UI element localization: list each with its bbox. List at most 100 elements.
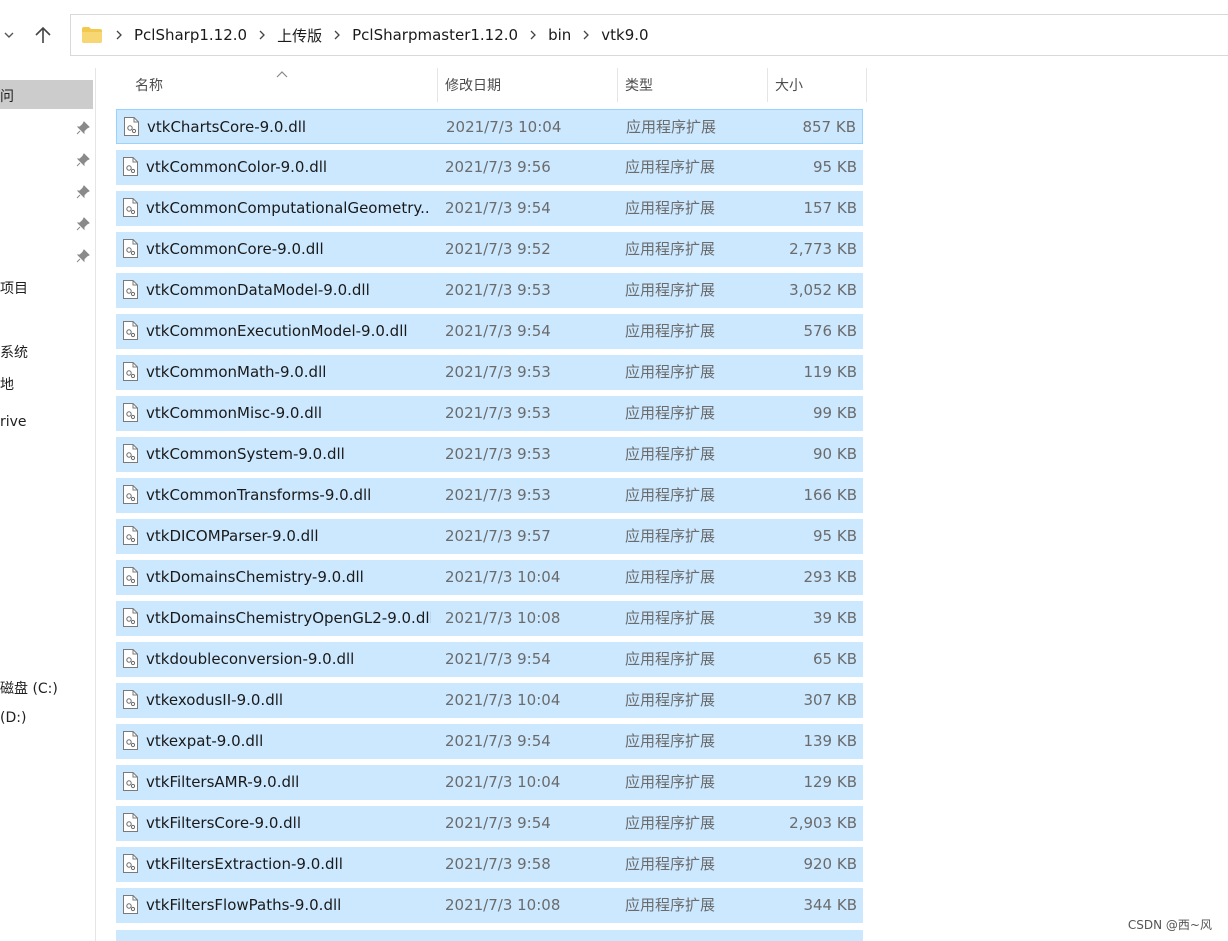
breadcrumb-item[interactable]: PclSharp1.12.0	[129, 26, 252, 44]
file-row[interactable]: vtkCommonComputationalGeometry... 2021/7/…	[116, 191, 863, 226]
file-date: 2021/7/3 9:54	[445, 814, 551, 832]
dll-file-icon	[123, 444, 138, 463]
dll-file-icon	[123, 813, 138, 832]
file-type: 应用程序扩展	[625, 363, 716, 381]
file-row[interactable]: vtkCommonTransforms-9.0.dll 2021/7/3 9:53…	[116, 478, 863, 513]
file-date: 2021/7/3 10:04	[446, 118, 562, 136]
file-type: 应用程序扩展	[625, 650, 716, 668]
file-date: 2021/7/3 10:04	[445, 568, 561, 586]
column-header-size[interactable]: 大小	[768, 68, 867, 102]
file-name[interactable]: vtkdoubleconversion-9.0.dll	[146, 642, 431, 677]
breadcrumb-item[interactable]: 上传版	[272, 25, 327, 46]
file-row[interactable]: vtkexodusII-9.0.dll 2021/7/3 10:04 应用程序扩展 3…	[116, 683, 863, 718]
chevron-right-icon[interactable]	[330, 28, 344, 42]
file-date: 2021/7/3 9:52	[445, 240, 551, 258]
file-date: 2021/7/3 9:54	[445, 199, 551, 217]
file-name[interactable]: vtkCommonColor-9.0.dll	[146, 150, 431, 185]
file-type: 应用程序扩展	[625, 691, 716, 709]
file-name[interactable]: vtkCommonMath-9.0.dll	[146, 355, 431, 390]
sidebar-item-system[interactable]: 系统	[0, 342, 28, 362]
chevron-right-icon[interactable]	[255, 28, 269, 42]
file-size: 139 KB	[803, 732, 857, 750]
file-size: 293 KB	[803, 568, 857, 586]
pin-icon	[76, 216, 90, 231]
file-name[interactable]: vtkChartsCore-9.0.dll	[147, 110, 432, 145]
file-row[interactable]: vtkCommonDataModel-9.0.dll 2021/7/3 9:53 应…	[116, 273, 863, 308]
file-name[interactable]: vtkCommonTransforms-9.0.dll	[146, 478, 431, 513]
file-row[interactable]: vtkCommonSystem-9.0.dll 2021/7/3 9:53 应用程序…	[116, 437, 863, 472]
file-row[interactable]: vtkFiltersFlowPaths-9.0.dll 2021/7/3 10:0…	[116, 888, 863, 923]
file-name[interactable]: vtkCommonDataModel-9.0.dll	[146, 273, 431, 308]
dll-file-icon	[123, 731, 138, 750]
breadcrumb-item[interactable]: PclSharpmaster1.12.0	[347, 26, 523, 44]
file-name[interactable]: vtkCommonComputationalGeometry...	[146, 191, 431, 226]
file-type: 应用程序扩展	[625, 445, 716, 463]
file-name[interactable]: vtkFiltersCore-9.0.dll	[146, 806, 431, 841]
watermark: CSDN @西~风	[1127, 918, 1212, 932]
breadcrumb-item[interactable]: vtk9.0	[596, 26, 653, 44]
up-arrow-icon[interactable]	[32, 24, 54, 46]
address-bar[interactable]: PclSharp1.12.0 上传版 PclSharpmaster1.12.0 …	[70, 14, 1228, 56]
file-row[interactable]: vtkFiltersCore-9.0.dll 2021/7/3 9:54 应用程序扩…	[116, 806, 863, 841]
file-name[interactable]: vtkDomainsChemistry-9.0.dll	[146, 560, 431, 595]
breadcrumb-item[interactable]: bin	[543, 26, 576, 44]
file-row[interactable]: vtkCommonMath-9.0.dll 2021/7/3 9:53 应用程序扩展…	[116, 355, 863, 390]
file-name[interactable]: vtkDICOMParser-9.0.dll	[146, 519, 431, 554]
chevron-right-icon[interactable]	[526, 28, 540, 42]
column-header-name[interactable]: 名称	[116, 68, 438, 102]
file-row[interactable]: vtkCommonColor-9.0.dll 2021/7/3 9:56 应用程序扩…	[116, 150, 863, 185]
file-size: 2,903 KB	[789, 814, 857, 832]
sidebar-item-quick-access[interactable]: 问	[0, 86, 14, 106]
file-name[interactable]: vtkCommonSystem-9.0.dll	[146, 437, 431, 472]
file-row[interactable]: vtkexpat-9.0.dll 2021/7/3 9:54 应用程序扩展 139 K…	[116, 724, 863, 759]
file-name[interactable]: vtkexpat-9.0.dll	[146, 724, 431, 759]
file-name[interactable]: vtkFiltersFlowPaths-9.0.dll	[146, 888, 431, 923]
file-name[interactable]: vtkexodusII-9.0.dll	[146, 683, 431, 718]
recent-locations-chevron-icon[interactable]	[3, 27, 15, 41]
sidebar-item-local[interactable]: 地	[0, 374, 14, 394]
file-row[interactable]: vtkChartsCore-9.0.dll 2021/7/3 10:04 应用程序扩…	[116, 109, 863, 144]
file-row[interactable]: vtkCommonMisc-9.0.dll 2021/7/3 9:53 应用程序扩展…	[116, 396, 863, 431]
sidebar-item-recent[interactable]: 项目	[0, 278, 28, 298]
dll-file-icon	[123, 526, 138, 545]
sidebar-item-onedrive[interactable]: rive	[0, 414, 27, 430]
file-name[interactable]: vtkCommonMisc-9.0.dll	[146, 396, 431, 431]
column-header-type[interactable]: 类型	[618, 68, 768, 102]
file-type: 应用程序扩展	[625, 404, 716, 422]
file-row[interactable]: vtkCommonExecutionModel-9.0.dll 2021/7/3 …	[116, 314, 863, 349]
file-row[interactable]: vtkFiltersExtraction-9.0.dll 2021/7/3 9:5…	[116, 847, 863, 882]
file-size: 2,773 KB	[789, 240, 857, 258]
dll-file-icon	[123, 772, 138, 791]
column-header-date[interactable]: 修改日期	[438, 68, 618, 102]
file-type: 应用程序扩展	[625, 896, 716, 914]
file-name[interactable]: vtkCommonCore-9.0.dll	[146, 232, 431, 267]
file-size: 166 KB	[803, 486, 857, 504]
file-name[interactable]: vtkCommonExecutionModel-9.0.dll	[146, 314, 431, 349]
sidebar-item-drive-c[interactable]: 磁盘 (C:)	[0, 678, 58, 698]
sidebar-item-drive-d[interactable]: (D:)	[0, 710, 26, 726]
dll-file-icon	[123, 362, 138, 381]
file-size: 857 KB	[802, 118, 856, 136]
chevron-right-icon[interactable]	[579, 28, 593, 42]
file-size: 576 KB	[803, 322, 857, 340]
pin-icon	[76, 184, 90, 199]
file-type: 应用程序扩展	[625, 773, 716, 791]
dll-file-icon	[123, 690, 138, 709]
file-row[interactable]: vtkDomainsChemistryOpenGL2-9.0.dll 2021/7…	[116, 601, 863, 636]
file-type: 应用程序扩展	[625, 609, 716, 627]
pin-icon	[76, 248, 90, 263]
file-row[interactable]: vtkDomainsChemistry-9.0.dll 2021/7/3 10:0…	[116, 560, 863, 595]
file-name[interactable]: vtkFiltersExtraction-9.0.dll	[146, 847, 431, 882]
file-row[interactable]: vtkDICOMParser-9.0.dll 2021/7/3 9:57 应用程序扩…	[116, 519, 863, 554]
file-row-partial[interactable]	[116, 930, 863, 941]
file-row[interactable]: vtkCommonCore-9.0.dll 2021/7/3 9:52 应用程序扩展…	[116, 232, 863, 267]
file-name[interactable]: vtkFiltersAMR-9.0.dll	[146, 765, 431, 800]
file-row[interactable]: vtkdoubleconversion-9.0.dll 2021/7/3 9:54…	[116, 642, 863, 677]
dll-file-icon	[123, 895, 138, 914]
file-date: 2021/7/3 10:08	[445, 896, 561, 914]
chevron-right-icon[interactable]	[112, 28, 126, 42]
file-date: 2021/7/3 9:53	[445, 404, 551, 422]
file-row[interactable]: vtkFiltersAMR-9.0.dll 2021/7/3 10:04 应用程序扩…	[116, 765, 863, 800]
file-type: 应用程序扩展	[625, 486, 716, 504]
file-name[interactable]: vtkDomainsChemistryOpenGL2-9.0.dll	[146, 601, 431, 636]
